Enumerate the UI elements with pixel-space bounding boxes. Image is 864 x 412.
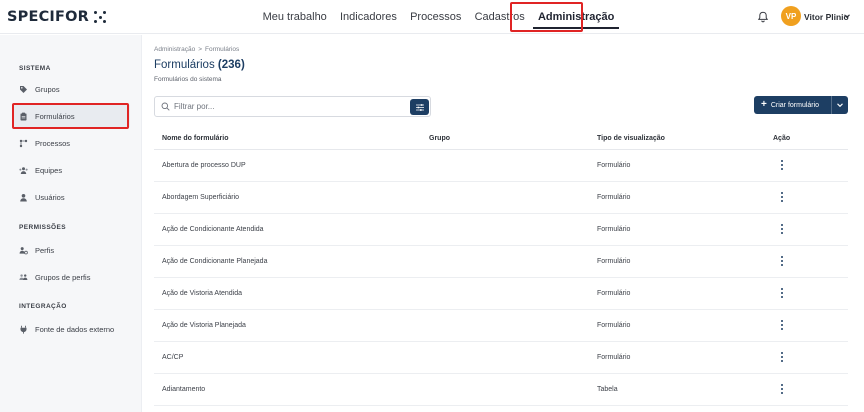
more-options-icon[interactable] (777, 286, 787, 300)
table-row[interactable]: AC/CP Formulário (154, 342, 848, 374)
cell-name: AC/CP (162, 354, 184, 361)
more-options-icon[interactable] (777, 222, 787, 236)
column-header-action: Ação (773, 135, 791, 142)
search-box (154, 96, 431, 117)
sidebar-item-label: Fonte de dados externo (35, 324, 115, 334)
sidebar-item-label: Processos (35, 138, 71, 148)
nav-administracao[interactable]: Administração (531, 0, 621, 34)
more-options-icon[interactable] (777, 254, 787, 268)
column-header-type[interactable]: Tipo de visualização (597, 135, 665, 142)
sidebar-item-label: Formulários (35, 111, 75, 121)
user-name[interactable]: Vitor Plinio (804, 12, 849, 22)
filter-button[interactable] (410, 99, 429, 115)
sidebar-item-usuarios[interactable]: Usuários (14, 186, 130, 208)
sidebar-item-label: Equipes (35, 165, 63, 175)
sidebar-item-label: Grupos (35, 84, 60, 94)
table-row[interactable]: Adiantamento Tabela (154, 374, 848, 406)
team-icon (19, 166, 28, 175)
profile-settings-icon (19, 246, 28, 255)
table-row[interactable]: Abordagem Superficiário Formulário (154, 182, 848, 214)
tag-icon (19, 85, 28, 94)
more-options-icon[interactable] (777, 318, 787, 332)
sidebar-item-equipes[interactable]: Equipes (14, 159, 130, 181)
cell-name: Abordagem Superficiário (162, 194, 240, 201)
cell-type: Formulário (597, 354, 631, 361)
main-nav: Meu trabalho Indicadores Processos Cadas… (256, 0, 621, 34)
cell-type: Formulário (597, 162, 631, 169)
sidebar-item-label: Perfis (35, 245, 55, 255)
cell-name: Ação de Condicionante Atendida (162, 226, 264, 233)
table-header: Nome do formulário Grupo Tipo de visuali… (154, 128, 848, 150)
nav-meu-trabalho[interactable]: Meu trabalho (256, 0, 333, 34)
cell-name: Adiantamento (162, 386, 206, 393)
sidebar-item-perfis[interactable]: Perfis (14, 239, 130, 261)
chevron-down-icon[interactable] (836, 101, 844, 109)
sidebar-section-sistema: SISTEMA (19, 65, 51, 72)
nav-cadastros[interactable]: Cadastros (468, 0, 531, 34)
specifor-logo[interactable]: SPECIFOR (7, 9, 107, 25)
search-input[interactable] (174, 100, 404, 113)
more-options-icon[interactable] (777, 350, 787, 364)
cell-name: Ação de Condicionante Planejada (162, 258, 268, 265)
page-subtitle: Formulários do sistema (154, 76, 222, 83)
sidebar-item-formularios[interactable]: Formulários (14, 105, 130, 127)
table-row[interactable]: Ação de Vistoria Planejada Formulário (154, 310, 848, 342)
cell-name: Ação de Vistoria Atendida (162, 290, 243, 297)
bell-icon[interactable] (757, 11, 769, 23)
page-title-text: Formulários (154, 59, 215, 71)
sidebar-section-permissoes: PERMISSÕES (19, 224, 66, 231)
sidebar-section-integracao: INTEGRAÇÃO (19, 303, 67, 310)
more-options-icon[interactable] (777, 190, 787, 204)
sliders-icon (415, 103, 424, 111)
cell-name: Ação de Vistoria Planejada (162, 322, 246, 329)
breadcrumb-parent[interactable]: Administração (154, 46, 195, 53)
nav-indicadores[interactable]: Indicadores (333, 0, 403, 34)
user-icon (19, 193, 28, 202)
sidebar-item-label: Grupos de perfis (35, 272, 91, 282)
table-row[interactable]: Ação de Vistoria Atendida Formulário (154, 278, 848, 310)
sidebar-item-grupos-de-perfis[interactable]: Grupos de perfis (14, 266, 130, 288)
avatar[interactable]: VP (781, 6, 801, 26)
breadcrumb: Administração > Formulários (154, 46, 239, 53)
sidebar-item-processos[interactable]: Processos (14, 132, 130, 154)
nav-processos[interactable]: Processos (403, 0, 468, 34)
chevron-down-icon[interactable] (843, 12, 851, 20)
clipboard-icon (19, 112, 28, 121)
plug-icon (19, 325, 28, 334)
cell-type: Formulário (597, 258, 631, 265)
column-header-group[interactable]: Grupo (429, 135, 450, 142)
more-options-icon[interactable] (777, 158, 787, 172)
cell-name: Abertura de processo DUP (162, 162, 246, 169)
page-title: Formulários (236) (154, 59, 245, 71)
cell-type: Formulário (597, 290, 631, 297)
cell-type: Formulário (597, 194, 631, 201)
plus-icon: + (761, 99, 767, 110)
page-title-count: (236) (217, 59, 245, 71)
sidebar-item-grupos[interactable]: Grupos (14, 78, 130, 100)
top-bar: SPECIFOR Meu trabalho Indicadores Proces… (0, 0, 864, 34)
table-row[interactable]: Abertura de processo DUP Formulário (154, 150, 848, 182)
breadcrumb-separator: > (198, 46, 202, 53)
button-divider (831, 96, 832, 114)
cell-type: Tabela (597, 386, 618, 393)
column-header-name[interactable]: Nome do formulário (162, 135, 229, 142)
table-row[interactable]: Ação de Condicionante Atendida Formulári… (154, 214, 848, 246)
logo-text: SPECIFOR (7, 9, 90, 25)
create-form-label: Criar formulário (770, 101, 820, 109)
profile-groups-icon (19, 273, 28, 282)
sidebar-item-label: Usuários (35, 192, 65, 202)
create-form-button[interactable]: + Criar formulário (754, 96, 848, 114)
breadcrumb-current: Formulários (204, 46, 240, 53)
process-flow-icon (19, 139, 28, 148)
sidebar-item-fonte-de-dados-externo[interactable]: Fonte de dados externo (14, 318, 130, 340)
more-options-icon[interactable] (777, 382, 787, 396)
search-icon (161, 102, 170, 111)
cell-type: Formulário (597, 322, 631, 329)
cell-type: Formulário (597, 226, 631, 233)
table-row[interactable]: Ação de Condicionante Planejada Formulár… (154, 246, 848, 278)
logo-dots-icon (94, 11, 107, 23)
